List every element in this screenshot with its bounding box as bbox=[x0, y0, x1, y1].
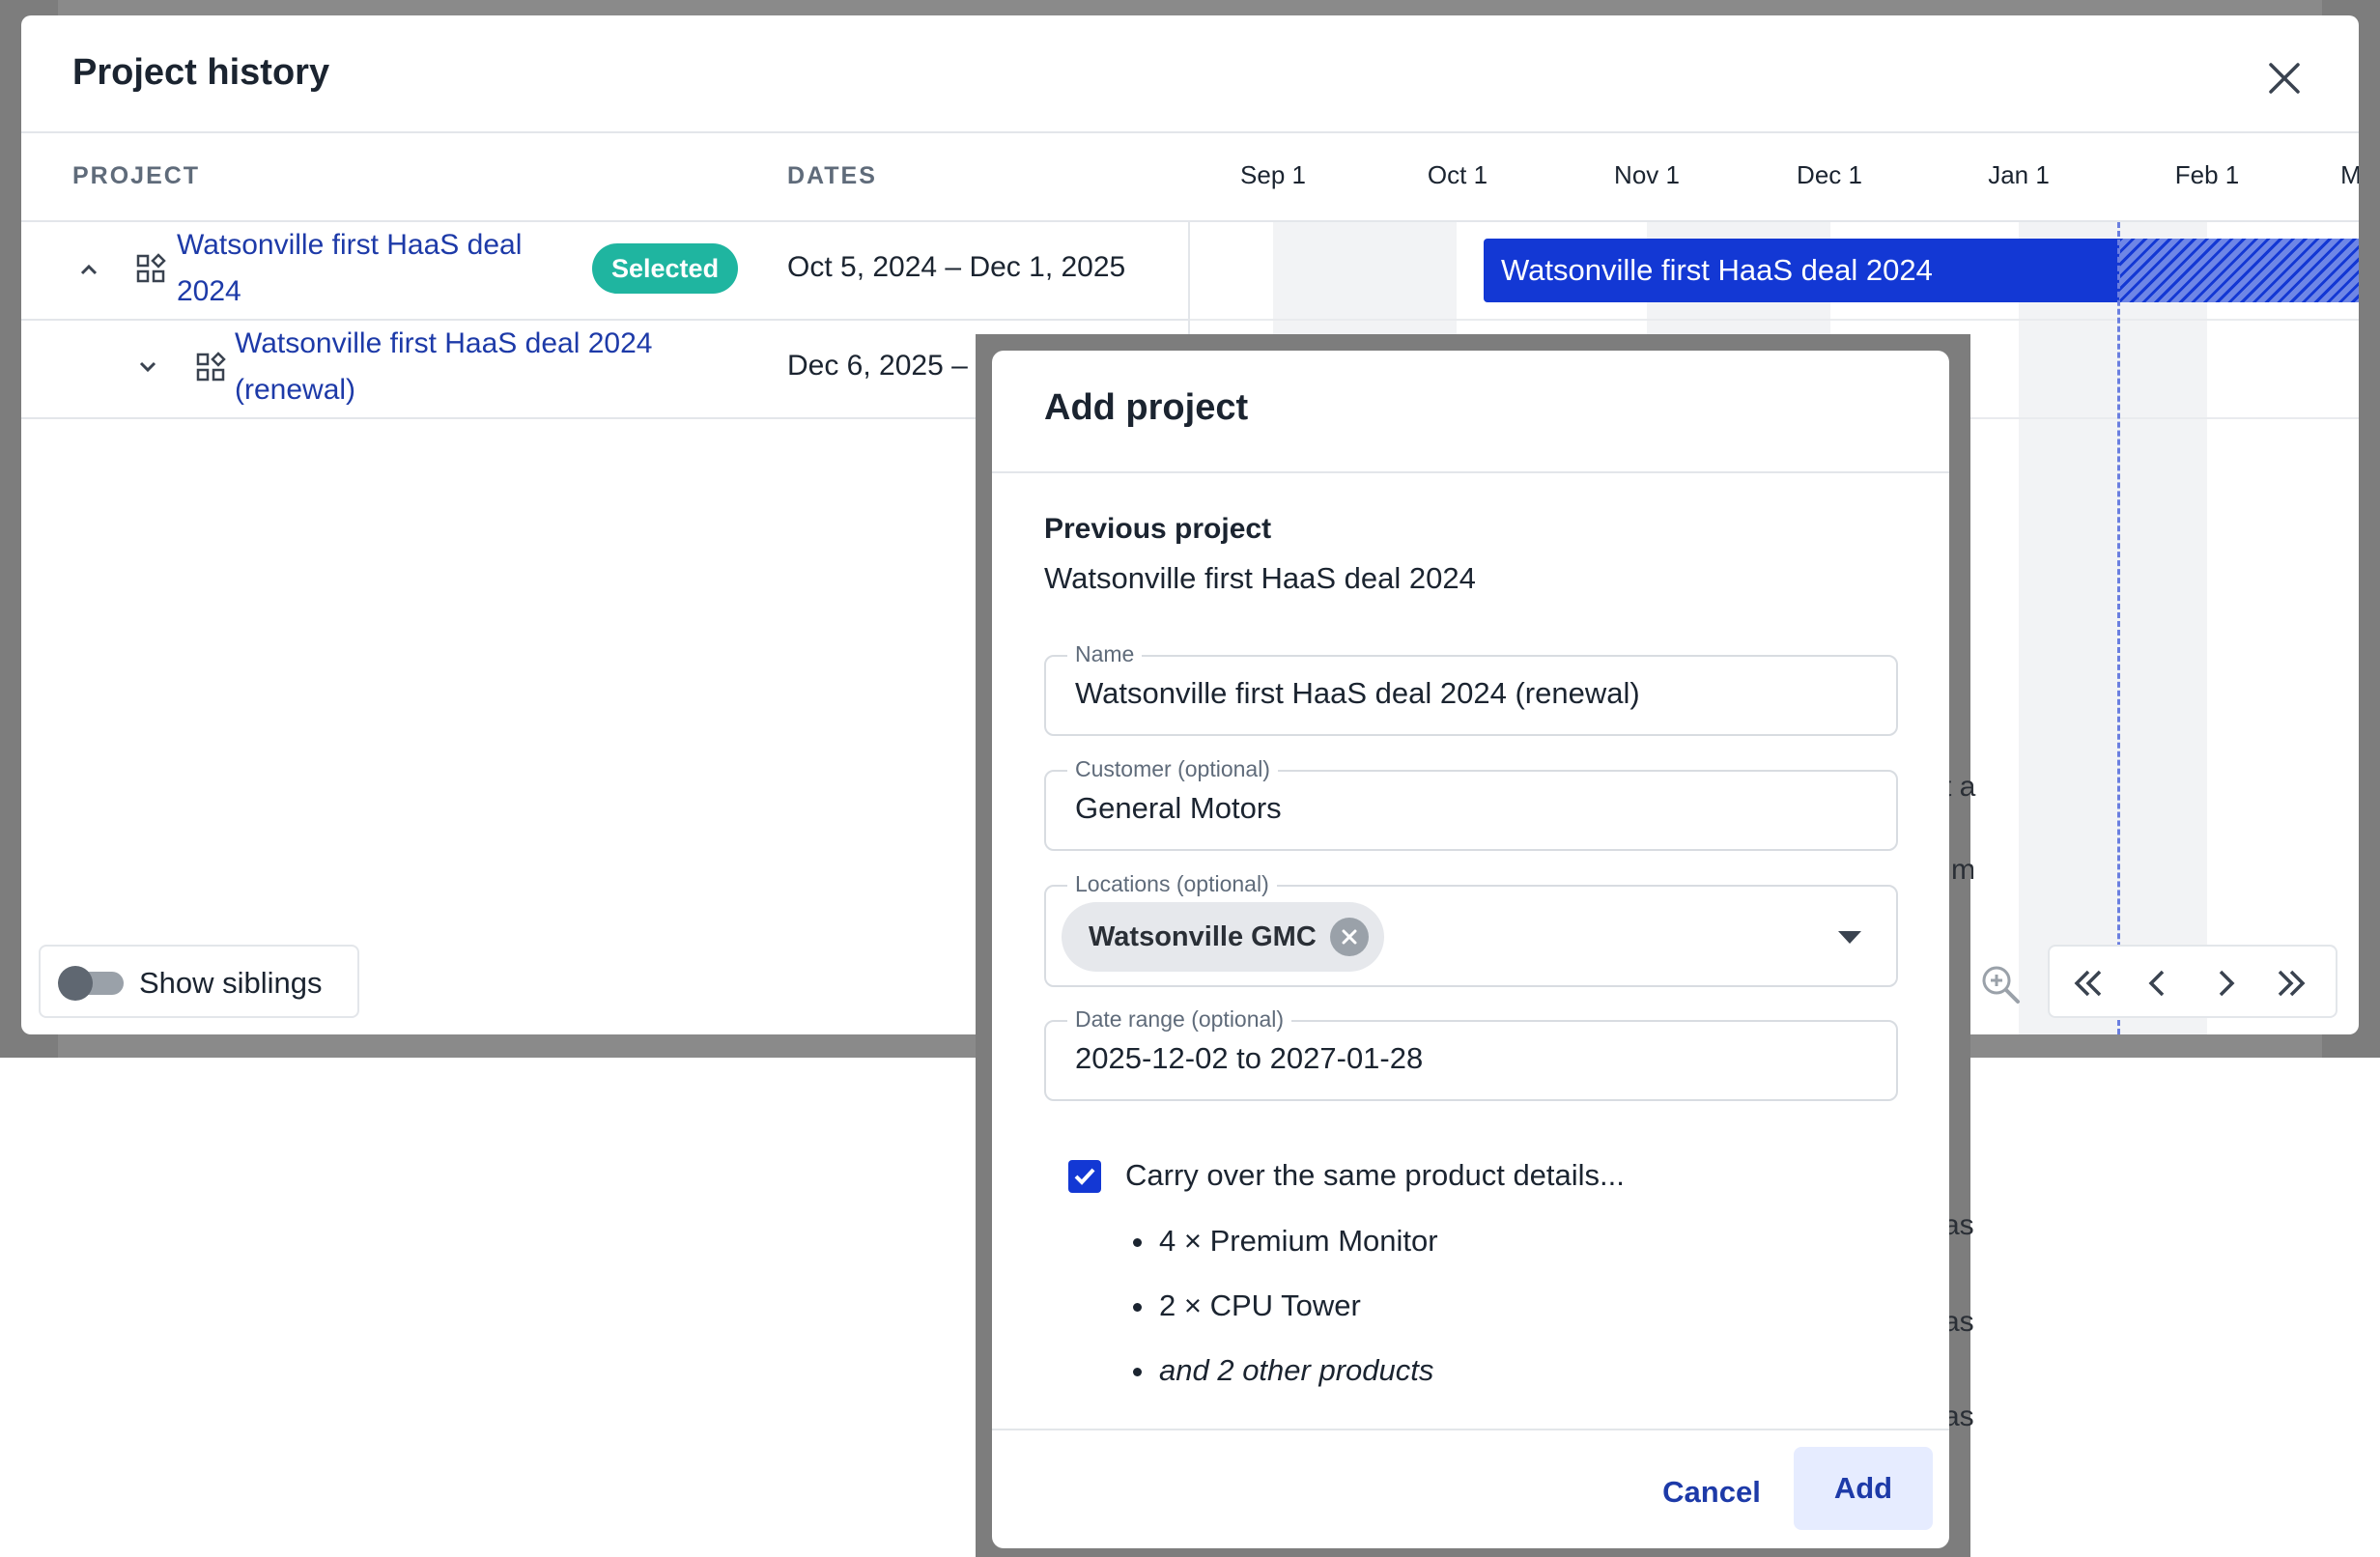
project-link-renewal[interactable]: Watsonville first HaaS deal 2024 (renewa… bbox=[235, 321, 652, 413]
project-icon bbox=[136, 253, 166, 283]
dialog-footer-divider bbox=[992, 1429, 1949, 1430]
date-range-field[interactable]: Date range (optional) 2025-12-02 to 2027… bbox=[1044, 1006, 1898, 1101]
step-forward-button[interactable] bbox=[2204, 964, 2247, 1003]
toggle-knob bbox=[58, 966, 93, 1001]
gantt-bar-label: Watsonville first HaaS deal 2024 bbox=[1501, 253, 1933, 287]
name-field-value: Watsonville first HaaS deal 2024 (renewa… bbox=[1075, 676, 1640, 710]
check-icon bbox=[1074, 1168, 1095, 1185]
expand-row-button[interactable] bbox=[130, 350, 165, 384]
timeline-nav bbox=[2048, 945, 2338, 1018]
timeline-month-dec: Dec 1 bbox=[1797, 160, 1862, 189]
date-range-field-value: 2025-12-02 to 2027-01-28 bbox=[1075, 1041, 1424, 1075]
remove-chip-button[interactable] bbox=[1329, 918, 1369, 956]
column-header-project: PROJECT bbox=[72, 162, 201, 189]
name-field[interactable]: Name Watsonville first HaaS deal 2024 (r… bbox=[1044, 641, 1898, 736]
locations-field-label: Locations (optional) bbox=[1067, 871, 1277, 897]
timeline-shade bbox=[2019, 222, 2207, 1034]
product-text: 2 × CPU Tower bbox=[1159, 1288, 1361, 1322]
add-project-dialog: Add project Previous project Watsonville… bbox=[992, 351, 1949, 1548]
double-chevron-left-icon bbox=[2074, 970, 2102, 997]
product-list-item: 2 × CPU Tower bbox=[1133, 1288, 1361, 1323]
selected-badge: Selected bbox=[592, 243, 739, 294]
project-link-selected[interactable]: Watsonville first HaaS deal 2024 bbox=[177, 222, 522, 315]
carry-over-label: Carry over the same product details... bbox=[1125, 1158, 1625, 1192]
chevron-down-icon bbox=[139, 361, 156, 373]
project-link-line2: 2024 bbox=[177, 275, 241, 307]
previous-project-value: Watsonville first HaaS deal 2024 bbox=[1044, 561, 1476, 595]
project-link-line1: Watsonville first HaaS deal bbox=[177, 229, 523, 261]
bullet bbox=[1133, 1238, 1142, 1248]
column-header-dates: DATES bbox=[787, 162, 877, 189]
cancel-button[interactable]: Cancel bbox=[1649, 1452, 1774, 1533]
timeline-month-oct: Oct 1 bbox=[1427, 160, 1488, 189]
zoom-in-button[interactable] bbox=[1976, 960, 2025, 1008]
double-chevron-right-icon bbox=[2278, 970, 2306, 997]
product-text: 4 × Premium Monitor bbox=[1159, 1224, 1438, 1258]
timeline-month-mar: M bbox=[2340, 160, 2359, 189]
dropdown-caret-icon[interactable] bbox=[1838, 931, 1861, 944]
chevron-up-icon bbox=[80, 264, 98, 275]
close-button[interactable] bbox=[2260, 54, 2309, 102]
customer-field-label: Customer (optional) bbox=[1067, 756, 1278, 782]
close-icon bbox=[1342, 929, 1357, 945]
bullet bbox=[1133, 1368, 1142, 1377]
locations-field[interactable]: Locations (optional) Watsonville GMC bbox=[1044, 871, 1898, 987]
product-list-more: and 2 other products bbox=[1133, 1353, 1433, 1388]
dialog-title: Add project bbox=[1044, 387, 1249, 428]
product-list-item: 4 × Premium Monitor bbox=[1133, 1224, 1438, 1259]
gantt-bar[interactable]: Watsonville first HaaS deal 2024 bbox=[1484, 239, 2359, 302]
gantt-bar-projected bbox=[2119, 239, 2359, 302]
project-link-line2: (renewal) bbox=[235, 374, 356, 406]
project-link-line1: Watsonville first HaaS deal 2024 bbox=[235, 327, 653, 359]
timeline-month-jan: Jan 1 bbox=[1988, 160, 2050, 189]
date-range-field-label: Date range (optional) bbox=[1067, 1006, 1292, 1033]
timeline-month-sep: Sep 1 bbox=[1240, 160, 1306, 189]
customer-field-value: General Motors bbox=[1075, 791, 1282, 825]
timeline-month-feb: Feb 1 bbox=[2174, 160, 2240, 189]
collapse-row-button[interactable] bbox=[71, 252, 106, 287]
show-siblings-label: Show siblings bbox=[139, 966, 323, 1000]
location-chip: Watsonville GMC bbox=[1062, 902, 1384, 972]
dialog-title: Project history bbox=[72, 52, 330, 93]
today-marker bbox=[2117, 222, 2120, 1034]
add-button[interactable]: Add bbox=[1794, 1447, 1933, 1530]
row-dates: Dec 6, 2025 – bbox=[787, 350, 968, 382]
dialog-header: Project history bbox=[21, 15, 2359, 133]
customer-field[interactable]: Customer (optional) General Motors bbox=[1044, 756, 1898, 851]
previous-project-label: Previous project bbox=[1044, 513, 1272, 545]
jump-forward-button[interactable] bbox=[2270, 964, 2312, 1003]
show-siblings-toggle[interactable]: Show siblings bbox=[39, 945, 359, 1018]
chevron-left-icon bbox=[2148, 970, 2165, 997]
project-icon bbox=[196, 352, 226, 382]
close-icon bbox=[2269, 63, 2300, 94]
background-text: m bbox=[1951, 854, 1975, 886]
timeline-row-divider bbox=[1190, 319, 2359, 321]
location-chip-label: Watsonville GMC bbox=[1089, 921, 1317, 952]
name-field-label: Name bbox=[1067, 641, 1143, 667]
product-more-text: and 2 other products bbox=[1159, 1353, 1434, 1387]
chevron-right-icon bbox=[2219, 970, 2235, 997]
row-dates: Oct 5, 2024 – Dec 1, 2025 bbox=[787, 251, 1126, 283]
step-back-button[interactable] bbox=[2137, 964, 2179, 1003]
timeline-month-nov: Nov 1 bbox=[1614, 160, 1680, 189]
dialog-header: Add project bbox=[992, 351, 1949, 473]
zoom-in-icon bbox=[1982, 966, 2020, 1004]
bullet bbox=[1133, 1303, 1142, 1313]
jump-back-button[interactable] bbox=[2067, 964, 2110, 1003]
carry-over-checkbox[interactable] bbox=[1068, 1160, 1101, 1193]
